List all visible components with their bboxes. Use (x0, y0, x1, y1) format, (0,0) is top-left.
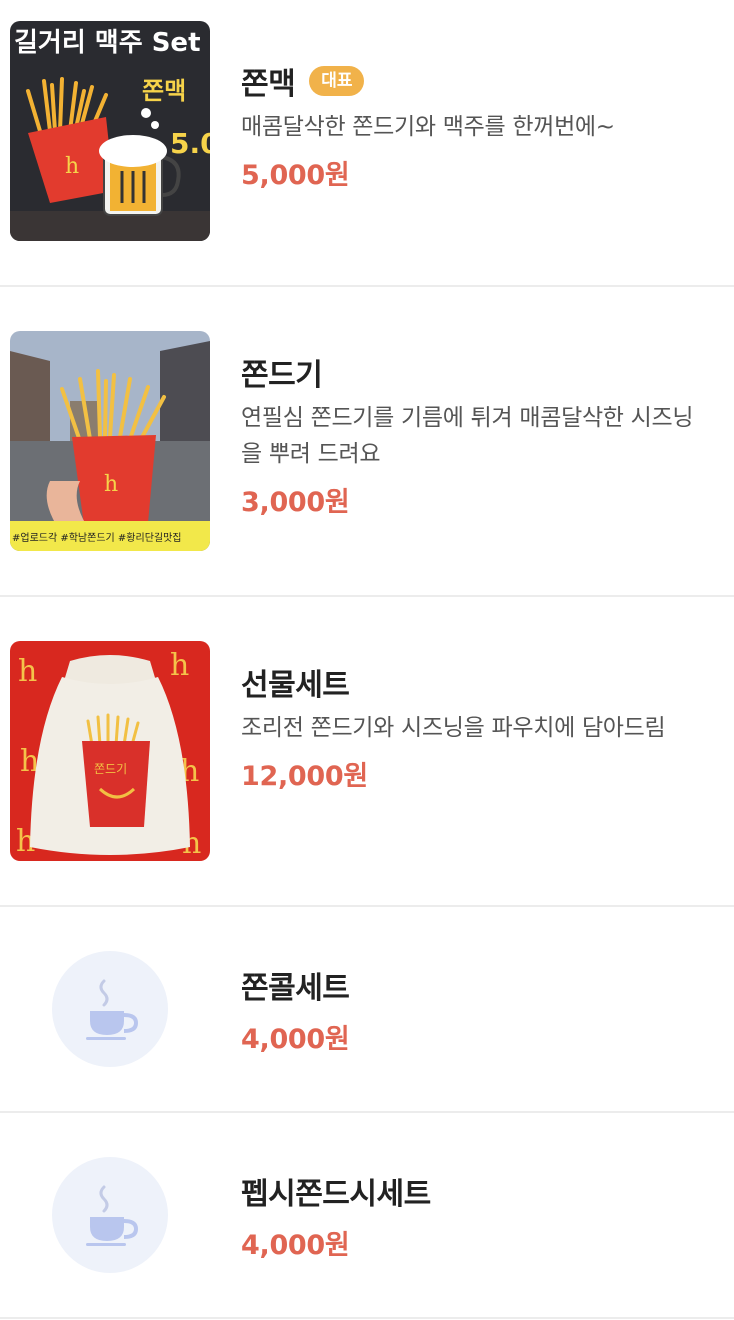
name-row: 쫀드기 (241, 354, 704, 393)
item-price: 3,000원 (241, 487, 350, 518)
item-name: 선물세트 (241, 668, 350, 703)
photo-banner-text: #업로드각 #학남쫀드기 #황리단길맛집 (12, 531, 182, 544)
pouch-text: 쫀드기 (94, 762, 127, 776)
item-info: 쫀콜세트 4,000원 (241, 967, 704, 1056)
item-name: 쫀콜세트 (241, 971, 350, 1006)
item-info: 쫀드기 연필심 쫀드기를 기름에 튀겨 매콤달삭한 시즈닝을 뿌려 드려요 3,… (241, 354, 704, 519)
item-description: 연필심 쫀드기를 기름에 튀겨 매콤달삭한 시즈닝을 뿌려 드려요 (241, 405, 694, 467)
menu-item-jjondeugi[interactable]: h #업로드각 #학남쫀드기 #황리단길맛집 쫀드기 연필심 쫀드기를 기름에 … (0, 287, 734, 595)
coffee-cup-icon (86, 1185, 138, 1246)
coffee-cup-icon (86, 979, 138, 1040)
item-info: 펩시쫀드시세트 4,000원 (241, 1173, 704, 1262)
item-price: 4,000원 (241, 1024, 350, 1055)
name-row: 쫀콜세트 (241, 967, 704, 1006)
item-name: 쫀드기 (241, 358, 323, 393)
item-description: 매콤달삭한 쫀드기와 맥주를 한꺼번에~ (241, 114, 615, 140)
name-row: 쫀맥 대표 (241, 63, 704, 102)
menu-item-gift-set[interactable]: hhhh hh 쫀드기 선물세트 조리전 쫀드기와 시즈닝을 파우치에 담아드림 (0, 597, 734, 905)
item-price: 12,000원 (241, 761, 368, 792)
photo-sign-line1: 길거리 맥주 Set (14, 28, 201, 58)
menu-placeholder (52, 951, 168, 1067)
svg-text:h: h (65, 154, 79, 179)
svg-text:h: h (104, 472, 118, 497)
item-name: 쫀맥 (241, 67, 296, 102)
fries-and-beer-photo: 길거리 맥주 Set 쫀맥 5.0 h (10, 21, 210, 241)
photo-sign-line2: 쫀맥 (142, 77, 186, 105)
menu-item-jjoncol-set[interactable]: 쫀콜세트 4,000원 (0, 907, 734, 1111)
signature-badge: 대표 (309, 66, 365, 96)
name-row: 선물세트 (241, 664, 704, 703)
item-info: 쫀맥 대표 매콤달삭한 쫀드기와 맥주를 한꺼번에~ 5,000원 (241, 63, 704, 192)
svg-text:h: h (170, 648, 189, 683)
divider (0, 1317, 734, 1319)
item-name: 펩시쫀드시세트 (241, 1177, 431, 1212)
photo-sign-line3: 5.0 (170, 127, 210, 160)
menu-item-pepsi-jjondeu-set[interactable]: 펩시쫀드시세트 4,000원 (0, 1113, 734, 1317)
item-info: 선물세트 조리전 쫀드기와 시즈닝을 파우치에 담아드림 12,000원 (241, 664, 704, 793)
item-description: 조리전 쫀드기와 시즈닝을 파우치에 담아드림 (241, 715, 666, 741)
gift-pouch-photo: hhhh hh 쫀드기 (10, 641, 210, 861)
name-row: 펩시쫀드시세트 (241, 1173, 704, 1212)
svg-text:h: h (18, 654, 37, 689)
fries-street-photo: h #업로드각 #학남쫀드기 #황리단길맛집 (10, 331, 210, 551)
menu-item-jjonmaek[interactable]: 길거리 맥주 Set 쫀맥 5.0 h 쫀맥 대표 매콤달삭한 쫀드기와 맥주를… (0, 0, 734, 286)
item-price: 4,000원 (241, 1230, 350, 1261)
item-price: 5,000원 (241, 160, 350, 191)
menu-list: 길거리 맥주 Set 쫀맥 5.0 h 쫀맥 대표 매콤달삭한 쫀드기와 맥주를… (0, 0, 734, 1320)
menu-placeholder (52, 1157, 168, 1273)
